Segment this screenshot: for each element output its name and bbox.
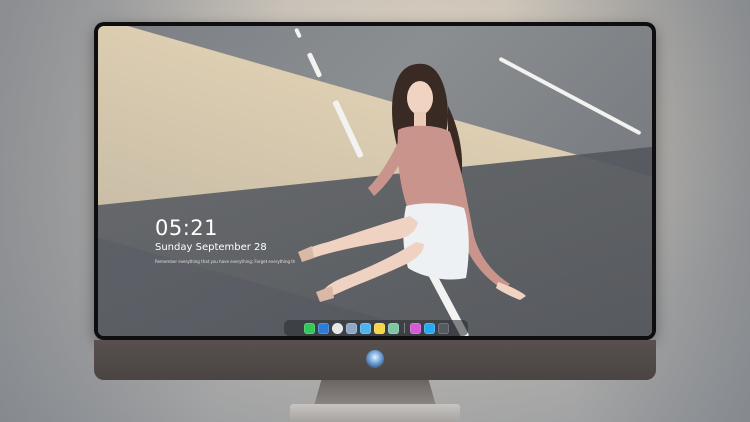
safari-icon[interactable] bbox=[331, 322, 343, 334]
dock bbox=[284, 320, 468, 336]
notes-icon[interactable] bbox=[373, 322, 385, 334]
messages-icon[interactable] bbox=[303, 322, 315, 334]
monitor-display: 05:21 Sunday September 28 Remember every… bbox=[94, 22, 656, 340]
camera-icon[interactable] bbox=[437, 322, 449, 334]
itunes-icon[interactable] bbox=[409, 322, 421, 334]
preview-icon[interactable] bbox=[345, 322, 357, 334]
monitor-logo-icon bbox=[366, 350, 384, 368]
finder-icon[interactable] bbox=[317, 322, 329, 334]
wallpaper-person-image bbox=[298, 63, 526, 302]
mail-icon[interactable] bbox=[359, 322, 371, 334]
monitor-stand-base bbox=[290, 404, 460, 422]
app-store-icon[interactable] bbox=[423, 322, 435, 334]
dock-separator bbox=[403, 323, 405, 333]
lock-screen-tagline: Remember everything that you have everyt… bbox=[155, 259, 295, 264]
photos-icon[interactable] bbox=[387, 322, 399, 334]
monitor-stand-neck bbox=[314, 380, 436, 406]
lock-screen-clock: 05:21 bbox=[155, 216, 219, 240]
lock-screen-date: Sunday September 28 bbox=[155, 242, 267, 253]
lane-marking bbox=[294, 27, 302, 39]
desktop-screen: 05:21 Sunday September 28 Remember every… bbox=[98, 26, 652, 336]
